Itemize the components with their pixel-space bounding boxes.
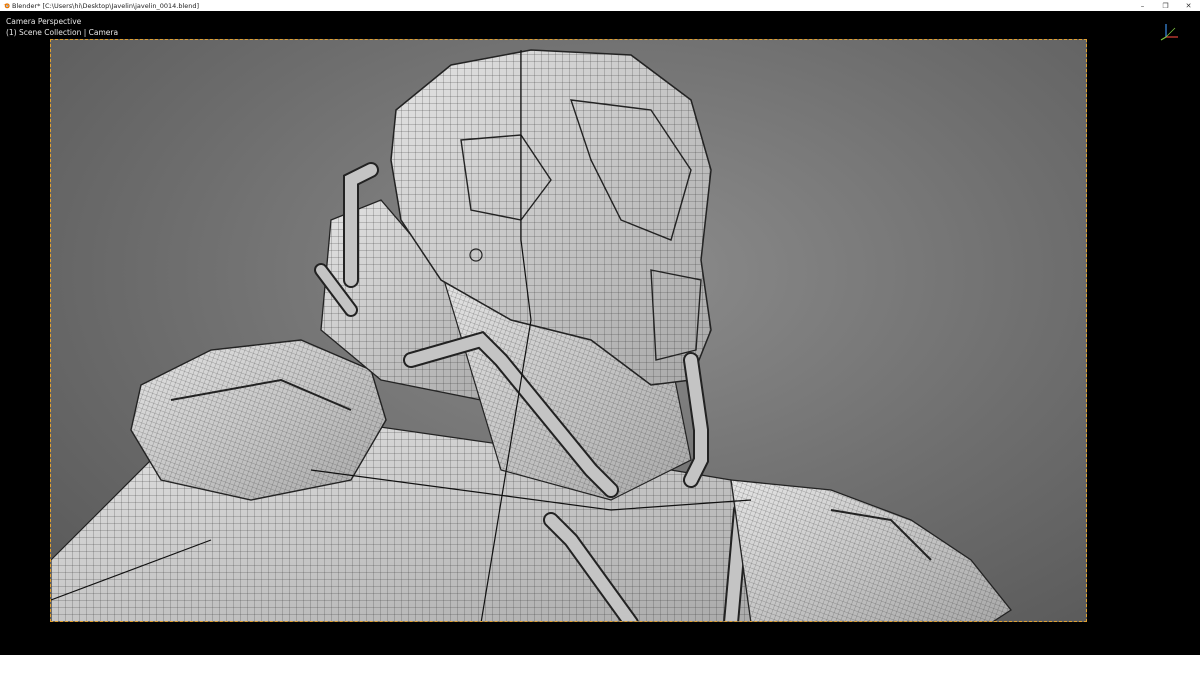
window-title: Blender* [C:\Users\hi\Desktop\Javelin\ja… — [12, 1, 200, 10]
camera-frame — [50, 39, 1087, 622]
shoulder-pad-mesh — [130, 339, 387, 501]
close-button[interactable]: ✕ — [1177, 0, 1200, 11]
title-bar: Blender* [C:\Users\hi\Desktop\Javelin\ja… — [0, 0, 1200, 11]
collection-label: (1) Scene Collection | Camera — [6, 28, 119, 37]
axis-gizmo-icon[interactable] — [1156, 19, 1182, 41]
view-name-label: Camera Perspective — [6, 17, 82, 26]
forearm-mesh — [730, 479, 1012, 621]
wireframe-render — [51, 49, 1012, 621]
window-controls: – ❐ ✕ — [1131, 0, 1200, 11]
status-bar — [0, 655, 1200, 674]
minimize-button[interactable]: – — [1131, 0, 1154, 11]
blender-logo-icon — [3, 3, 10, 9]
3d-viewport[interactable]: Camera Perspective (1) Scene Collection … — [0, 11, 1200, 655]
restore-button[interactable]: ❐ — [1154, 0, 1177, 11]
